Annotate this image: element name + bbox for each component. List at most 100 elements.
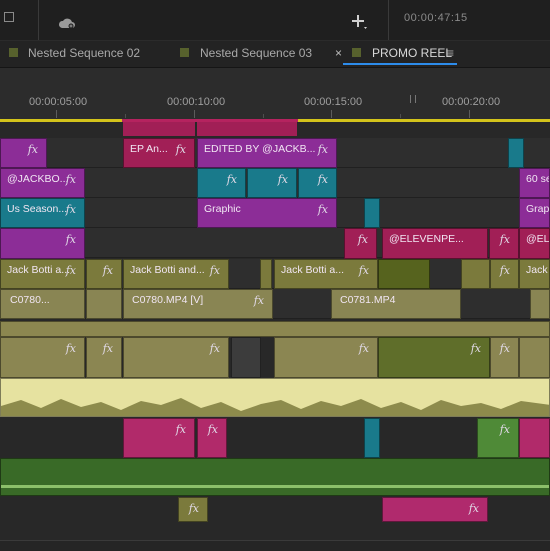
- clip-label: EDITED BY @JACKB...: [204, 143, 316, 155]
- fx-badge: fx: [188, 502, 199, 515]
- clip-label: Jack Botti a...: [281, 264, 345, 276]
- graphic-clip[interactable]: @JACKBO... fx: [0, 168, 85, 198]
- adjustment-clip[interactable]: fx: [247, 168, 297, 198]
- adjustment-clip[interactable]: [364, 418, 380, 458]
- fx-badge: fx: [468, 502, 479, 515]
- video-clip[interactable]: [530, 289, 550, 319]
- clip-label: 60 se: [526, 173, 550, 185]
- nested-audio-clip[interactable]: [519, 418, 550, 458]
- nested-clip[interactable]: @ELEVENPE...: [382, 228, 488, 259]
- video-clip[interactable]: fx: [490, 259, 519, 289]
- fx-badge: fx: [277, 173, 288, 186]
- ruler-label: 00:00:05:00: [29, 96, 88, 108]
- audio-waveform-clip[interactable]: [0, 378, 550, 417]
- fx-badge: fx: [317, 203, 328, 216]
- marker-icon[interactable]: [410, 95, 416, 103]
- nested-clip[interactable]: [197, 122, 297, 136]
- fx-badge: fx: [102, 342, 113, 355]
- divider: [38, 0, 39, 40]
- fx-badge: fx: [65, 173, 76, 186]
- fx-badge: fx: [102, 264, 113, 277]
- ruler-tick: [331, 110, 332, 118]
- tab-menu-icon[interactable]: ≡: [447, 45, 454, 61]
- video-clip[interactable]: [86, 289, 122, 319]
- nested-clip[interactable]: fx: [344, 228, 377, 259]
- tab-promo-reel[interactable]: PROMO REEL: [372, 45, 452, 61]
- fx-badge: fx: [209, 264, 220, 277]
- fx-badge: fx: [209, 342, 220, 355]
- audio-clip[interactable]: fx: [490, 337, 519, 378]
- audio-clip[interactable]: [0, 321, 550, 337]
- graphic-clip[interactable]: fx: [0, 228, 85, 259]
- adjustment-clip[interactable]: fx: [298, 168, 337, 198]
- time-ruler[interactable]: [0, 68, 550, 120]
- panel-icon[interactable]: [4, 12, 14, 22]
- nested-audio-clip[interactable]: fx: [382, 497, 488, 522]
- fx-badge: fx: [358, 264, 369, 277]
- fx-badge: fx: [27, 143, 38, 156]
- clip-label: Us Season...: [7, 203, 68, 215]
- ruler-tick: [125, 114, 126, 118]
- graphic-clip[interactable]: EDITED BY @JACKB... fx: [197, 138, 337, 168]
- video-clip[interactable]: Jack B: [519, 259, 550, 289]
- ruler-tick: [194, 110, 195, 118]
- ruler-label: 00:00:20:00: [442, 96, 501, 108]
- video-clip[interactable]: [260, 259, 272, 289]
- video-clip[interactable]: fx: [86, 259, 122, 289]
- audio-clip[interactable]: fx: [0, 337, 85, 378]
- video-clip[interactable]: Jack Botti a... fx: [274, 259, 378, 289]
- nested-clip[interactable]: [123, 122, 195, 136]
- nested-audio-clip[interactable]: fx: [123, 418, 195, 458]
- nested-audio-clip[interactable]: fx: [197, 418, 227, 458]
- fx-badge: fx: [499, 342, 510, 355]
- adjustment-clip[interactable]: Us Season... fx: [0, 198, 85, 228]
- video-clip[interactable]: Jack Botti a... fx: [0, 259, 85, 289]
- video-clip[interactable]: C0781.MP4: [331, 289, 461, 319]
- audio-clip[interactable]: fx: [477, 418, 519, 458]
- timecode-display[interactable]: 00:00:47:15: [404, 12, 468, 24]
- tab-nested-sequence-03[interactable]: Nested Sequence 03: [200, 45, 312, 61]
- timeline-scrollbar[interactable]: [0, 540, 550, 551]
- clip-label: C0781.MP4: [340, 294, 396, 306]
- video-clip[interactable]: [461, 259, 490, 289]
- video-clip[interactable]: C0780...: [0, 289, 85, 319]
- top-panel-bar: 00:00:47:15: [0, 0, 550, 41]
- fx-badge: fx: [226, 173, 237, 186]
- fx-badge: fx: [317, 173, 328, 186]
- fx-badge: fx: [499, 233, 510, 246]
- nested-clip[interactable]: fx: [489, 228, 519, 259]
- ruler-tick: [400, 114, 401, 118]
- audio-clip[interactable]: fx: [123, 337, 229, 378]
- adjustment-clip[interactable]: fx: [197, 168, 246, 198]
- audio-clip[interactable]: fx: [178, 497, 208, 522]
- add-icon[interactable]: [350, 13, 368, 36]
- adjustment-clip[interactable]: [364, 198, 380, 228]
- cloud-sync-icon[interactable]: [58, 16, 76, 34]
- nested-clip[interactable]: @ELE: [519, 228, 550, 259]
- graphic-clip[interactable]: fx: [0, 138, 47, 168]
- graphic-clip[interactable]: Graph: [519, 198, 550, 228]
- video-clip[interactable]: Jack Botti and... fx: [123, 259, 229, 289]
- tab-close-icon[interactable]: ×: [335, 45, 342, 61]
- graphic-clip[interactable]: Graphic fx: [197, 198, 337, 228]
- ruler-tick: [56, 110, 57, 118]
- clip-label: @ELE: [526, 233, 550, 245]
- audio-clip[interactable]: [519, 337, 550, 378]
- fx-badge: fx: [499, 264, 510, 277]
- fx-badge: fx: [175, 423, 186, 436]
- video-clip[interactable]: [378, 259, 430, 289]
- video-clip[interactable]: C0780.MP4 [V] fx: [123, 289, 273, 319]
- audio-clip[interactable]: fx: [274, 337, 378, 378]
- fx-badge: fx: [499, 423, 510, 436]
- fx-badge: fx: [358, 342, 369, 355]
- tab-nested-sequence-02[interactable]: Nested Sequence 02: [28, 45, 140, 61]
- volume-line[interactable]: [1, 485, 549, 488]
- audio-clip[interactable]: fx: [86, 337, 122, 378]
- nested-clip[interactable]: EP An... fx: [123, 138, 195, 168]
- graphic-clip[interactable]: 60 se: [519, 168, 550, 198]
- adjustment-clip[interactable]: [508, 138, 524, 168]
- clip-label: Graphic: [204, 203, 241, 215]
- audio-clip[interactable]: fx: [378, 337, 490, 378]
- music-audio-clip[interactable]: [0, 458, 550, 496]
- ruler-label: 00:00:15:00: [304, 96, 363, 108]
